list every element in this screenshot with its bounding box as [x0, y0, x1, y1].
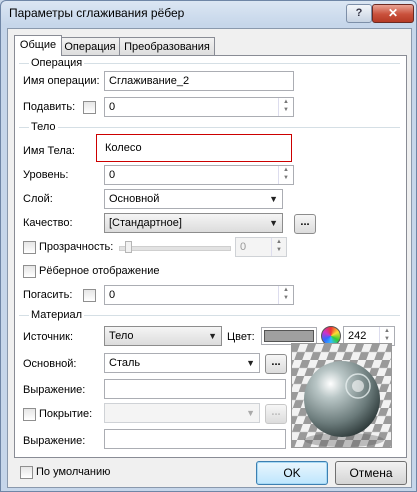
level-label: Уровень: — [23, 169, 69, 181]
level-input[interactable]: 0 ▲ ▼ — [104, 165, 294, 185]
expression-input[interactable] — [104, 379, 286, 399]
operation-name-input[interactable]: Сглаживание_2 — [104, 71, 294, 91]
layer-select[interactable]: Основной ▼ — [104, 189, 283, 209]
transparency-slider[interactable] — [119, 246, 231, 251]
hide-checkbox[interactable] — [83, 289, 96, 302]
suppress-checkbox[interactable] — [83, 101, 96, 114]
chevron-down-icon: ▼ — [246, 408, 255, 418]
body-name-label: Имя Тела: — [23, 145, 75, 157]
main-material-browse-button[interactable]: ... — [265, 354, 287, 374]
source-label: Источник: — [23, 331, 74, 343]
material-preview-image — [292, 344, 391, 447]
hide-spinner[interactable]: ▲ ▼ — [278, 286, 293, 304]
quality-select[interactable]: [Стандартное] ▼ — [104, 213, 283, 233]
main-material-value: Сталь — [109, 357, 141, 369]
tab-operation[interactable]: Операция — [60, 37, 120, 56]
transparency-checkbox[interactable] — [23, 241, 36, 254]
hide-value: 0 — [109, 289, 116, 301]
color-label: Цвет: — [227, 331, 255, 343]
source-value: Тело — [109, 330, 134, 342]
operation-name-label: Имя операции: — [23, 75, 100, 87]
group-body-title: Тело — [29, 121, 58, 133]
transparency-label: Прозрачность: — [39, 241, 114, 253]
transparency-input[interactable]: 0 ▲ ▼ — [235, 237, 287, 257]
source-select[interactable]: Тело ▼ — [104, 326, 222, 346]
suppress-spinner[interactable]: ▲ ▼ — [278, 98, 293, 116]
group-operation-title: Операция — [29, 57, 85, 69]
close-button[interactable]: ✕ — [372, 4, 414, 23]
expression2-input[interactable] — [104, 429, 286, 449]
hide-label: Погасить: — [23, 289, 73, 301]
quality-label: Качество: — [23, 217, 73, 229]
default-checkbox[interactable] — [20, 466, 33, 479]
group-material-title: Материал — [29, 309, 84, 321]
tab-panel-general: Операция Имя операции: Сглаживание_2 Под… — [14, 55, 407, 458]
dialog-client: Общие Операция Преобразования Операция И… — [7, 28, 412, 488]
color-swatch — [264, 330, 314, 342]
layer-label: Слой: — [23, 193, 53, 205]
body-name-input[interactable]: Колесо — [96, 134, 292, 162]
suppress-value: 0 — [109, 101, 116, 113]
tab-transformations[interactable]: Преобразования — [119, 37, 215, 56]
layer-value: Основной — [109, 193, 160, 205]
edge-display-label: Рёберное отображение — [39, 265, 160, 277]
chevron-down-icon: ▼ — [269, 194, 278, 204]
chevron-down-icon: ▼ — [246, 358, 255, 368]
hide-input[interactable]: 0 ▲ ▼ — [104, 285, 294, 305]
coating-select[interactable]: ▼ — [104, 403, 260, 423]
main-material-label: Основной: — [23, 358, 77, 370]
tab-general[interactable]: Общие — [14, 35, 62, 56]
ok-button[interactable]: OK — [256, 461, 328, 485]
help-button[interactable]: ? — [346, 4, 372, 23]
title-bar[interactable]: Параметры сглаживания рёбер ? ✕ — [1, 1, 416, 27]
coating-browse-button[interactable]: ... — [265, 404, 287, 424]
group-divider — [19, 127, 400, 128]
quality-browse-button[interactable]: ... — [294, 214, 316, 234]
expression2-label: Выражение: — [23, 435, 86, 447]
chevron-down-icon: ▼ — [208, 331, 217, 341]
transparency-value: 0 — [240, 241, 247, 253]
material-preview — [291, 343, 392, 448]
level-value: 0 — [109, 169, 116, 181]
expression-label: Выражение: — [23, 384, 86, 396]
chevron-down-icon: ▼ — [269, 218, 278, 228]
suppress-input[interactable]: 0 ▲ ▼ — [104, 97, 294, 117]
cancel-button[interactable]: Отмена — [335, 461, 407, 485]
main-material-select[interactable]: Сталь ▼ — [104, 353, 260, 373]
coating-label: Покрытие: — [39, 408, 93, 420]
transparency-slider-thumb[interactable] — [125, 241, 132, 253]
transparency-spinner[interactable]: ▲ ▼ — [271, 238, 286, 256]
coating-checkbox[interactable] — [23, 408, 36, 421]
suppress-label: Подавить: — [23, 101, 76, 113]
quality-value: [Стандартное] — [109, 217, 182, 229]
edge-display-checkbox[interactable] — [23, 265, 36, 278]
level-spinner[interactable]: ▲ ▼ — [278, 166, 293, 184]
default-label: По умолчанию — [36, 466, 111, 478]
color-index-value: 242 — [348, 330, 367, 342]
dialog-window: Параметры сглаживания рёбер ? ✕ Общие Оп… — [0, 0, 417, 492]
window-title: Параметры сглаживания рёбер — [9, 6, 185, 20]
